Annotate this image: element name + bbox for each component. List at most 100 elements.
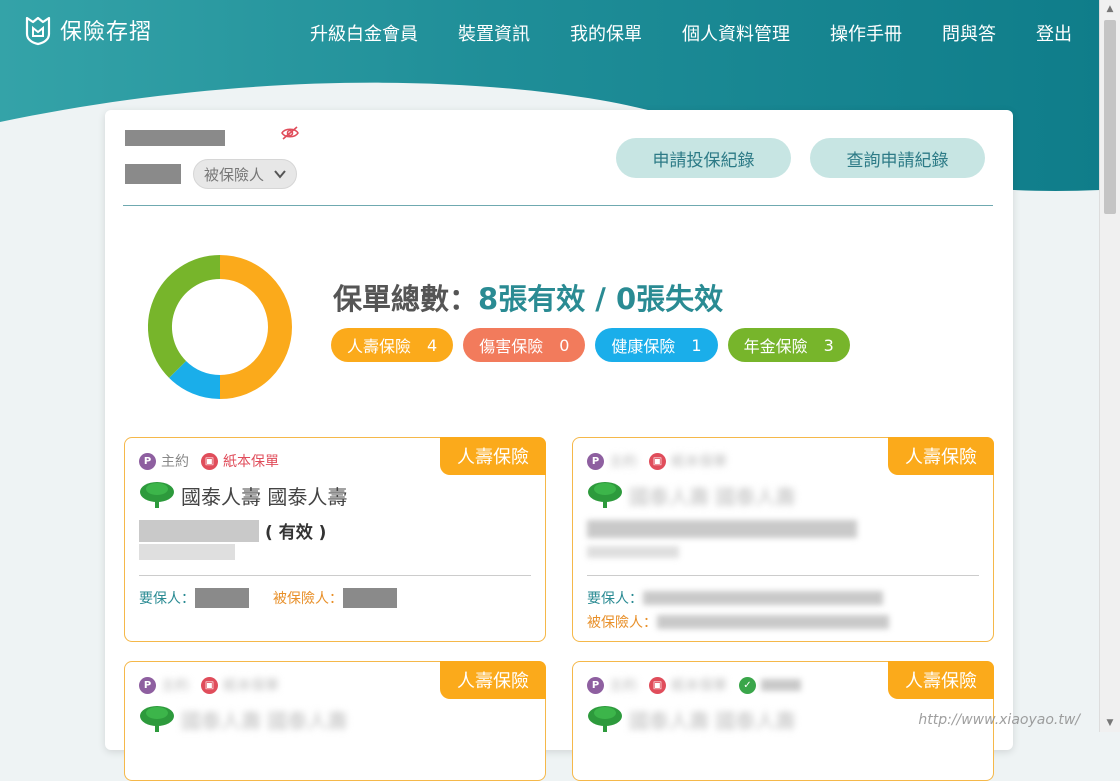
main-contract-icon: P xyxy=(139,452,156,470)
policy-type-tag: 人壽保險 xyxy=(888,661,994,699)
cathay-tree-icon xyxy=(588,482,622,508)
nav-manual[interactable]: 操作手冊 xyxy=(830,20,902,46)
watermark: http://www.xiaoyao.tw/ xyxy=(918,712,1080,728)
insured-row: 被保險人： xyxy=(587,612,889,632)
role-select[interactable]: 被保險人 xyxy=(193,159,297,189)
nav-faq[interactable]: 問與答 xyxy=(942,20,996,46)
tag-annuity[interactable]: 年金保險 3 xyxy=(727,328,850,362)
blurred-extra-label xyxy=(761,679,801,691)
scrollbar-thumb[interactable] xyxy=(1104,20,1116,214)
chevron-down-icon xyxy=(274,170,286,179)
policy-card[interactable]: 人壽保險 P 主約 ▣ 紙本保單 國泰人壽 國泰人壽 ( 有效 ) 要保人： 被… xyxy=(124,437,546,642)
insurer-name: 國泰人壽 國泰人壽 xyxy=(629,484,796,509)
tag-life[interactable]: 人壽保險 4 xyxy=(331,328,454,362)
main-contract-label: 主約 xyxy=(609,454,637,470)
brand[interactable]: 保險存摺 xyxy=(22,14,152,46)
tag-life-count: 4 xyxy=(427,335,438,355)
policy-card[interactable]: 人壽保險 P 主約 ▣ 紙本保單 國泰人壽 國泰人壽 xyxy=(124,661,546,781)
tag-health-count: 1 xyxy=(691,335,702,355)
redacted-name xyxy=(125,130,225,146)
category-tags: 人壽保險 4 傷害保險 0 健康保險 1 年金保險 3 xyxy=(331,328,850,362)
paper-policy-icon: ▣ xyxy=(201,452,218,470)
policy-roles: 要保人： 被保險人： xyxy=(139,588,397,608)
app-logo-icon xyxy=(25,16,51,46)
blurred-policy-name xyxy=(587,520,857,538)
tag-life-label: 人壽保險 xyxy=(347,337,412,356)
paper-policy-label: 紙本保單 xyxy=(671,678,727,694)
main-contract-icon: P xyxy=(139,676,156,694)
tag-accident[interactable]: 傷害保險 0 xyxy=(463,328,586,362)
check-icon: ✓ xyxy=(739,676,756,694)
donut-slice-年金保險 xyxy=(148,255,221,378)
donut-slice-健康保險 xyxy=(169,360,221,399)
insured-label: 被保險人： xyxy=(273,591,343,607)
nav-device-info[interactable]: 裝置資訊 xyxy=(458,20,530,46)
main-contract-icon: P xyxy=(587,676,604,694)
nav-upgrade-platinum[interactable]: 升級白金會員 xyxy=(310,20,418,46)
redacted-proposer xyxy=(195,588,249,608)
tag-accident-label: 傷害保險 xyxy=(479,337,544,356)
summary-value: 8張有效 / 0張失效 xyxy=(478,282,724,316)
main-contract-icon: P xyxy=(587,452,604,470)
cathay-tree-icon xyxy=(140,482,174,508)
policy-status: ( 有效 ) xyxy=(265,523,327,543)
main-nav: 升級白金會員 裝置資訊 我的保單 個人資料管理 操作手冊 問與答 登出 xyxy=(270,20,1072,46)
nav-logout[interactable]: 登出 xyxy=(1036,20,1072,46)
policy-type-tag: 人壽保險 xyxy=(440,437,546,475)
cathay-tree-icon xyxy=(140,706,174,732)
paper-policy-icon: ▣ xyxy=(201,676,218,694)
tag-annuity-label: 年金保險 xyxy=(743,337,808,356)
proposer-row: 要保人： xyxy=(587,588,883,608)
paper-policy-label: 紙本保單 xyxy=(223,678,279,694)
paper-policy-icon: ▣ xyxy=(649,452,666,470)
main-contract-label: 主約 xyxy=(161,678,189,694)
blurred-insured xyxy=(657,615,889,629)
role-select-value: 被保險人 xyxy=(204,165,265,184)
insurer: 國泰人壽 國泰人壽 xyxy=(587,704,795,734)
hide-eye-icon[interactable] xyxy=(280,125,300,141)
nav-my-policies[interactable]: 我的保單 xyxy=(570,20,642,46)
insurer: 國泰人壽 國泰人壽 xyxy=(139,704,347,734)
apply-record-button[interactable]: 申請投保紀錄 xyxy=(616,138,791,178)
insured-label: 被保險人： xyxy=(587,615,657,631)
tag-accident-count: 0 xyxy=(559,335,570,355)
proposer-label: 要保人： xyxy=(587,591,643,607)
redacted-id xyxy=(125,164,181,184)
summary-label: 保單總數： xyxy=(333,282,479,316)
redacted-insured xyxy=(343,588,397,608)
card-divider xyxy=(587,575,979,576)
redacted-policy-name xyxy=(139,519,259,542)
policy-type-tag: 人壽保險 xyxy=(440,661,546,699)
policy-badges: P 主約 ▣ 紙本保單 ✓ xyxy=(587,675,801,695)
blurred-proposer xyxy=(643,591,883,605)
policy-summary: 保單總數：8張有效 / 0張失效 xyxy=(333,276,723,318)
insurer-name: 國泰人壽 國泰人壽 xyxy=(181,484,348,509)
scroll-down-arrow-icon[interactable]: ▼ xyxy=(1100,714,1120,732)
policy-donut-chart xyxy=(148,255,292,399)
insurer-name: 國泰人壽 國泰人壽 xyxy=(181,708,348,733)
policy-card[interactable]: 人壽保險 P 主約 ▣ 紙本保單 國泰人壽 國泰人壽 要保人： 被保險人： xyxy=(572,437,994,642)
tag-health-label: 健康保險 xyxy=(611,337,676,356)
policy-badges: P 主約 ▣ 紙本保單 xyxy=(139,451,279,471)
divider xyxy=(123,205,993,206)
insurer: 國泰人壽 國泰人壽 xyxy=(587,480,795,510)
card-divider xyxy=(139,575,531,576)
policy-badges: P 主約 ▣ 紙本保單 xyxy=(139,675,279,695)
redacted-policy-no xyxy=(139,544,235,560)
app-name: 保險存摺 xyxy=(60,20,153,45)
policy-badges: P 主約 ▣ 紙本保單 xyxy=(587,451,727,471)
scroll-up-arrow-icon[interactable]: ▲ xyxy=(1100,0,1120,18)
policy-panel: 被保險人 申請投保紀錄 查詢申請紀錄 保單總數：8張有效 / 0張失效 人壽保險… xyxy=(105,110,1013,781)
vertical-scrollbar[interactable]: ▲ ▼ xyxy=(1099,0,1120,732)
cathay-tree-icon xyxy=(588,706,622,732)
query-record-button[interactable]: 查詢申請紀錄 xyxy=(810,138,985,178)
nav-profile[interactable]: 個人資料管理 xyxy=(682,20,790,46)
blurred-policy-no xyxy=(587,546,679,558)
tag-annuity-count: 3 xyxy=(823,335,834,355)
insurer-name: 國泰人壽 國泰人壽 xyxy=(629,708,796,733)
policy-status-row: ( 有效 ) xyxy=(139,518,326,543)
insurer: 國泰人壽 國泰人壽 xyxy=(139,480,347,510)
main-contract-label: 主約 xyxy=(609,678,637,694)
tag-health[interactable]: 健康保險 1 xyxy=(595,328,718,362)
proposer-label: 要保人： xyxy=(139,591,195,607)
